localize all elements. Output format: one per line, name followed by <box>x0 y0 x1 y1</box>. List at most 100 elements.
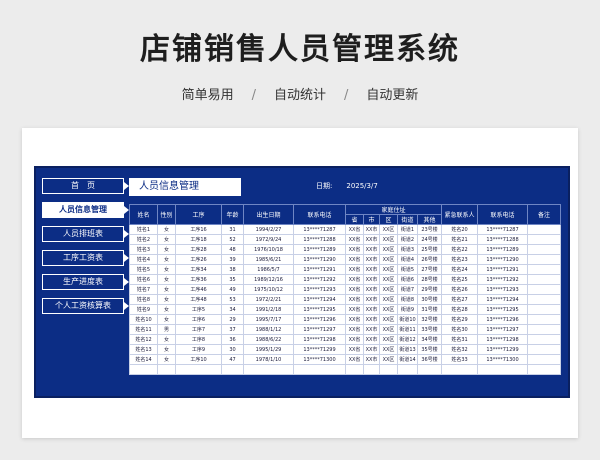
cell-city[interactable]: XX市 <box>363 294 380 305</box>
cell-gender[interactable]: 女 <box>157 254 176 265</box>
cell-remark[interactable] <box>527 334 562 345</box>
cell-emergency-contact[interactable]: 姓名21 <box>441 234 479 245</box>
cell-emergency-contact[interactable]: 姓名30 <box>441 324 479 335</box>
table-row[interactable]: 姓名4 女工序26 39 1985/6/21 13****71290 XX省 XX市 XX区街… <box>129 254 562 265</box>
cell-phone[interactable]: 13****71298 <box>293 334 346 345</box>
cell-process[interactable]: 工序46 <box>175 284 222 295</box>
cell-gender[interactable]: 女 <box>157 274 176 285</box>
cell-province[interactable]: XX省 <box>345 304 364 315</box>
cell-street[interactable]: 街道9 <box>397 304 418 315</box>
table-row[interactable]: 姓名12 女工序8 36 1988/6/22 13****71298 XX省 XX市 XX区街… <box>129 334 562 345</box>
cell-emergency-contact[interactable]: 姓名22 <box>441 244 479 255</box>
cell-province[interactable]: XX省 <box>345 284 364 295</box>
cell-district[interactable]: XX区 <box>379 294 398 305</box>
cell-phone[interactable]: 13****71296 <box>293 314 346 325</box>
cell-remark[interactable] <box>527 254 562 265</box>
cell-gender[interactable]: 女 <box>157 334 176 345</box>
cell-remark[interactable] <box>527 274 562 285</box>
cell-age[interactable]: 37 <box>221 324 244 335</box>
cell-age[interactable]: 30 <box>221 344 244 355</box>
cell-age[interactable]: 29 <box>221 314 244 325</box>
cell-district[interactable]: XX区 <box>379 324 398 335</box>
cell-street[interactable]: 街道6 <box>397 274 418 285</box>
cell-emergency-phone[interactable]: 13****71287 <box>477 224 529 235</box>
cell-city[interactable]: XX市 <box>363 304 380 315</box>
cell-empty[interactable] <box>157 364 176 375</box>
cell-other[interactable]: 30号楼 <box>416 294 443 305</box>
cell-emergency-phone[interactable]: 13****71292 <box>477 274 529 285</box>
cell-emergency-phone[interactable]: 13****71290 <box>477 254 529 265</box>
cell-process[interactable]: 工序34 <box>175 264 222 275</box>
cell-birth[interactable]: 1991/2/18 <box>243 304 294 315</box>
cell-emergency-contact[interactable]: 姓名20 <box>441 224 479 235</box>
cell-birth[interactable]: 1994/2/27 <box>243 224 294 235</box>
cell-empty[interactable] <box>397 364 418 375</box>
cell-empty[interactable] <box>379 364 398 375</box>
cell-emergency-phone[interactable]: 13****71291 <box>477 264 529 275</box>
cell-emergency-phone[interactable]: 13****71297 <box>477 324 529 335</box>
cell-process[interactable]: 工序48 <box>175 294 222 305</box>
cell-district[interactable]: XX区 <box>379 284 398 295</box>
cell-name[interactable]: 姓名12 <box>129 334 158 345</box>
cell-name[interactable]: 姓名1 <box>129 224 158 235</box>
cell-emergency-contact[interactable]: 姓名28 <box>441 304 479 315</box>
cell-process[interactable]: 工序7 <box>175 324 222 335</box>
cell-gender[interactable]: 女 <box>157 304 176 315</box>
cell-street[interactable]: 街道8 <box>397 294 418 305</box>
cell-age[interactable]: 35 <box>221 274 244 285</box>
cell-phone[interactable]: 13****71287 <box>293 224 346 235</box>
cell-empty[interactable] <box>129 364 158 375</box>
sidebar-item-progress[interactable]: 生产进度表 <box>42 274 129 290</box>
cell-street[interactable]: 街道11 <box>397 324 418 335</box>
cell-emergency-phone[interactable]: 13****71294 <box>477 294 529 305</box>
cell-emergency-contact[interactable]: 姓名33 <box>441 354 479 365</box>
cell-emergency-contact[interactable]: 姓名27 <box>441 294 479 305</box>
cell-phone[interactable]: 13****71288 <box>293 234 346 245</box>
cell-other[interactable]: 32号楼 <box>416 314 443 325</box>
cell-empty[interactable] <box>363 364 380 375</box>
cell-city[interactable]: XX市 <box>363 234 380 245</box>
cell-process[interactable]: 工序26 <box>175 254 222 265</box>
cell-birth[interactable]: 1989/12/16 <box>243 274 294 285</box>
cell-street[interactable]: 街道10 <box>397 314 418 325</box>
cell-street[interactable]: 街道5 <box>397 264 418 275</box>
table-row[interactable]: 姓名7 女工序46 49 1975/10/12 13****71293 XX省 XX市 XX区… <box>129 284 562 295</box>
cell-process[interactable]: 工序9 <box>175 344 222 355</box>
cell-name[interactable]: 姓名6 <box>129 274 158 285</box>
cell-district[interactable]: XX区 <box>379 254 398 265</box>
cell-province[interactable]: XX省 <box>345 324 364 335</box>
cell-other[interactable]: 25号楼 <box>416 244 443 255</box>
cell-phone[interactable]: 13****71293 <box>293 284 346 295</box>
table-row[interactable]: 姓名1 女工序16 31 1994/2/27 13****71287 XX省 XX市 XX区街… <box>129 224 562 235</box>
cell-city[interactable]: XX市 <box>363 344 380 355</box>
cell-process[interactable]: 工序16 <box>175 224 222 235</box>
cell-age[interactable]: 47 <box>221 354 244 365</box>
cell-gender[interactable]: 女 <box>157 224 176 235</box>
table-row[interactable]: 姓名10 女工序6 29 1995/7/17 13****71296 XX省 XX市 XX区街… <box>129 314 562 325</box>
cell-district[interactable]: XX区 <box>379 244 398 255</box>
cell-emergency-contact[interactable]: 姓名31 <box>441 334 479 345</box>
cell-name[interactable]: 姓名14 <box>129 354 158 365</box>
table-row[interactable]: 姓名8 女工序48 53 1972/2/21 13****71294 XX省 XX市 XX区街… <box>129 294 562 305</box>
cell-age[interactable]: 39 <box>221 254 244 265</box>
cell-district[interactable]: XX区 <box>379 354 398 365</box>
cell-emergency-contact[interactable]: 姓名23 <box>441 254 479 265</box>
sidebar-item-schedule[interactable]: 人员排班表 <box>42 226 129 242</box>
cell-name[interactable]: 姓名2 <box>129 234 158 245</box>
cell-street[interactable]: 街道13 <box>397 344 418 355</box>
cell-city[interactable]: XX市 <box>363 264 380 275</box>
cell-other[interactable]: 27号楼 <box>416 264 443 275</box>
cell-district[interactable]: XX区 <box>379 334 398 345</box>
cell-empty[interactable] <box>477 364 529 375</box>
cell-remark[interactable] <box>527 264 562 275</box>
cell-empty[interactable] <box>221 364 244 375</box>
cell-process[interactable]: 工序28 <box>175 244 222 255</box>
cell-process[interactable]: 工序8 <box>175 334 222 345</box>
cell-age[interactable]: 34 <box>221 304 244 315</box>
cell-other[interactable]: 28号楼 <box>416 274 443 285</box>
cell-street[interactable]: 街道7 <box>397 284 418 295</box>
cell-age[interactable]: 36 <box>221 334 244 345</box>
cell-phone[interactable]: 13****71295 <box>293 304 346 315</box>
cell-name[interactable]: 姓名13 <box>129 344 158 355</box>
cell-province[interactable]: XX省 <box>345 264 364 275</box>
